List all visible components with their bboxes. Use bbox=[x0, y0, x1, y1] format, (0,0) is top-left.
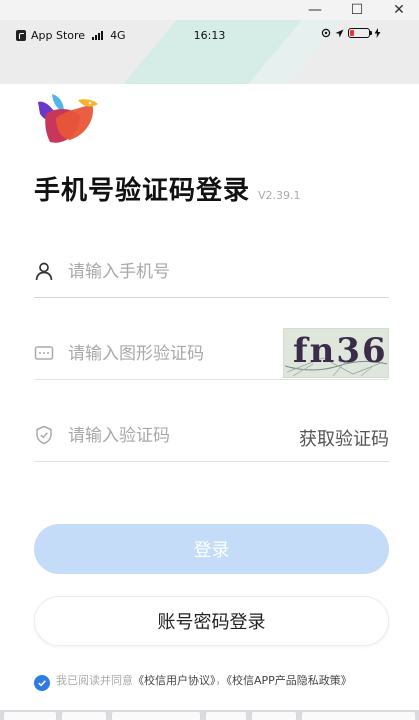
app-version: V2.39.1 bbox=[258, 189, 301, 202]
charging-icon bbox=[374, 28, 381, 38]
user-agreement-link[interactable]: 《校信用户协议》 bbox=[133, 674, 216, 687]
sms-code-field: 获取验证码 bbox=[34, 412, 389, 462]
status-bar: App Store 4G 16:13 bbox=[0, 20, 419, 84]
check-icon bbox=[38, 680, 46, 687]
battery-icon bbox=[348, 28, 372, 38]
phone-input[interactable] bbox=[68, 258, 268, 286]
title-row: 手机号验证码登录 V2.39.1 bbox=[34, 170, 301, 207]
captcha-text: fn36 bbox=[293, 331, 388, 371]
keyboard-key bbox=[112, 712, 200, 720]
sms-code-input[interactable] bbox=[68, 422, 268, 450]
keyboard-key bbox=[62, 712, 106, 720]
phone-field bbox=[34, 248, 389, 298]
privacy-policy-link[interactable]: 《校信APP产品隐私政策》 bbox=[227, 674, 352, 687]
agreement-checkbox[interactable] bbox=[34, 675, 50, 691]
captcha-image[interactable]: fn36 bbox=[283, 328, 389, 378]
agreement-separator: ， bbox=[215, 674, 227, 687]
login-button[interactable]: 登录 bbox=[34, 524, 389, 574]
captcha-icon bbox=[34, 346, 54, 360]
location-icon bbox=[335, 29, 344, 37]
password-login-button[interactable]: 账号密码登录 bbox=[34, 596, 389, 646]
agreement-text: 我已阅读并同意《校信用户协议》，《校信APP产品隐私政策》 bbox=[56, 673, 352, 689]
page-title: 手机号验证码登录 bbox=[34, 176, 251, 206]
status-icons bbox=[321, 28, 381, 38]
user-icon bbox=[35, 262, 53, 281]
bird-logo bbox=[38, 94, 98, 143]
captcha-field: fn36 bbox=[34, 328, 389, 380]
window-title-bar: — ☐ ✕ bbox=[0, 0, 419, 20]
keyboard-key bbox=[302, 712, 415, 720]
agreement-prefix: 我已阅读并同意 bbox=[56, 674, 133, 687]
agreement-row: 我已阅读并同意《校信用户协议》，《校信APP产品隐私政策》 bbox=[34, 673, 374, 691]
maximize-button[interactable]: ☐ bbox=[337, 0, 377, 20]
orientation-lock-icon bbox=[321, 28, 331, 38]
close-button[interactable]: ✕ bbox=[379, 0, 419, 20]
get-code-button[interactable]: 获取验证码 bbox=[299, 425, 389, 451]
captcha-input[interactable] bbox=[68, 340, 268, 368]
shield-icon bbox=[36, 425, 52, 445]
keyboard-key bbox=[206, 712, 246, 720]
keyboard-key bbox=[252, 712, 296, 720]
minimize-button[interactable]: — bbox=[295, 0, 335, 20]
keyboard-key bbox=[4, 712, 56, 720]
